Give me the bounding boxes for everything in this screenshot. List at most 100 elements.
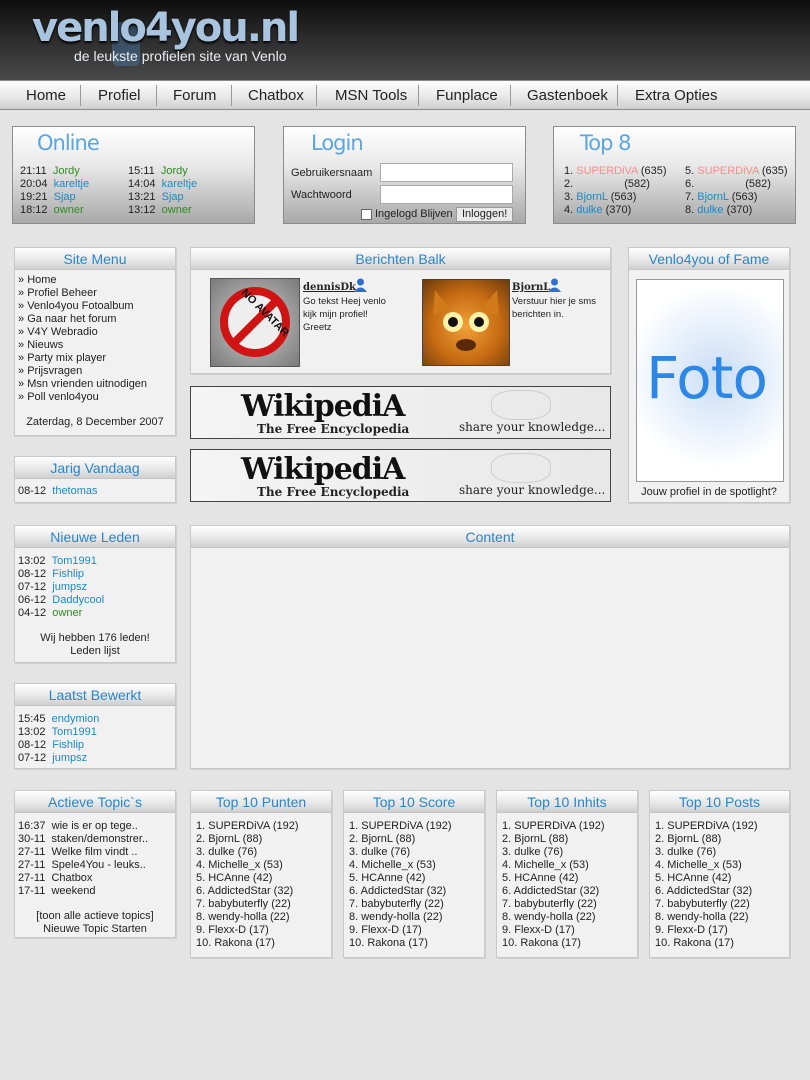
topic-title[interactable]: weekend (51, 885, 95, 897)
top10-entry[interactable]: 6. AddictedStar (32) (502, 885, 632, 898)
top10-entry[interactable]: 5. HCAnne (42) (196, 872, 326, 885)
online-user[interactable]: Jordy (161, 165, 188, 177)
remember-checkbox[interactable] (361, 209, 372, 220)
top8-user[interactable]: BjornL (576, 191, 607, 203)
fame-photo[interactable]: Foto (636, 279, 784, 482)
top10-entry[interactable]: 6. AddictedStar (32) (349, 885, 479, 898)
topic-row[interactable]: 27-11 Spele4You - leuks.. (18, 859, 172, 872)
message-username[interactable]: BjornL (512, 282, 550, 293)
top10-entry[interactable]: 9. Flexx-D (17) (502, 924, 632, 937)
top10-entry[interactable]: 6. AddictedStar (32) (655, 885, 784, 898)
cat-avatar-image[interactable] (422, 279, 510, 366)
nav-chatbox[interactable]: Chatbox (248, 81, 304, 110)
top10-entry[interactable]: 3. dulke (76) (502, 846, 632, 859)
menu-item-msn-uitnodigen[interactable]: » Msn vrienden uitnodigen (18, 378, 172, 391)
user-icon[interactable] (354, 278, 367, 295)
topic-row[interactable]: 16:37 wie is er op tege.. (18, 820, 172, 833)
password-input[interactable] (380, 185, 513, 204)
top10-entry[interactable]: 2. BjornL (88) (655, 833, 784, 846)
wikipedia-banner[interactable]: WikipediA The Free Encyclopedia share yo… (190, 386, 611, 439)
fame-caption[interactable]: Jouw profiel in de spotlight? (629, 486, 789, 498)
top8-user[interactable]: BjornL (697, 191, 728, 203)
online-user[interactable]: Jordy (53, 165, 80, 177)
topic-row[interactable]: 27-11 Welke film vindt .. (18, 846, 172, 859)
top8-user[interactable]: dulke (697, 204, 723, 216)
top8-user[interactable]: SUPERDiVA (576, 165, 638, 177)
top10-entry[interactable]: 3. dulke (76) (349, 846, 479, 859)
no-avatar-image[interactable]: NO AVATAR (210, 278, 300, 367)
top10-entry[interactable]: 10. Rakona (17) (655, 937, 784, 950)
edited-user[interactable]: endymion (52, 713, 100, 725)
menu-item-nieuws[interactable]: » Nieuws (18, 339, 172, 352)
member-name[interactable]: Tom1991 (52, 555, 97, 567)
menu-item-profiel-beheer[interactable]: » Profiel Beheer (18, 287, 172, 300)
member-list-link[interactable]: Leden lijst (18, 645, 172, 658)
top10-entry[interactable]: 5. HCAnne (42) (502, 872, 632, 885)
nav-forum[interactable]: Forum (173, 81, 216, 110)
wikipedia-banner[interactable]: WikipediA The Free Encyclopedia share yo… (190, 449, 611, 502)
top10-entry[interactable]: 3. dulke (76) (655, 846, 784, 859)
online-user[interactable]: Sjap (162, 191, 184, 203)
edited-user[interactable]: Fishlip (52, 739, 84, 751)
nav-msn-tools[interactable]: MSN Tools (335, 81, 407, 110)
menu-item-fotoalbum[interactable]: » Venlo4you Fotoalbum (18, 300, 172, 313)
birthday-user[interactable]: thetomas (52, 485, 97, 497)
top10-entry[interactable]: 9. Flexx-D (17) (655, 924, 784, 937)
edited-user[interactable]: jumpsz (52, 752, 87, 764)
top10-entry[interactable]: 1. SUPERDiVA (192) (196, 820, 326, 833)
top10-entry[interactable]: 4. Michelle_x (53) (349, 859, 479, 872)
topic-title[interactable]: Welke film vindt .. (51, 846, 137, 858)
top10-entry[interactable]: 7. babybuterfly (22) (502, 898, 632, 911)
top10-entry[interactable]: 7. babybuterfly (22) (349, 898, 479, 911)
top10-entry[interactable]: 10. Rakona (17) (502, 937, 632, 950)
member-name[interactable]: jumpsz (52, 581, 87, 593)
top10-entry[interactable]: 8. wendy-holla (22) (196, 911, 326, 924)
nav-profiel[interactable]: Profiel (98, 81, 141, 110)
top10-entry[interactable]: 4. Michelle_x (53) (196, 859, 326, 872)
member-name[interactable]: Fishlip (52, 568, 84, 580)
site-logo[interactable]: venlo4you.nl (32, 6, 300, 50)
top10-entry[interactable]: 9. Flexx-D (17) (349, 924, 479, 937)
message-username[interactable]: dennisDk (303, 282, 356, 293)
nav-funplace[interactable]: Funplace (436, 81, 498, 110)
menu-item-webradio[interactable]: » V4Y Webradio (18, 326, 172, 339)
top10-entry[interactable]: 3. dulke (76) (196, 846, 326, 859)
topic-title[interactable]: wie is er op tege.. (52, 820, 138, 832)
online-user[interactable]: kareltje (54, 178, 89, 190)
top10-entry[interactable]: 10. Rakona (17) (349, 937, 479, 950)
top10-entry[interactable]: 7. babybuterfly (22) (196, 898, 326, 911)
top10-entry[interactable]: 1. SUPERDiVA (192) (502, 820, 632, 833)
member-name[interactable]: Daddycool (52, 594, 104, 606)
top10-entry[interactable]: 8. wendy-holla (22) (349, 911, 479, 924)
all-topics-link[interactable]: [toon alle actieve topics] (18, 910, 172, 923)
topic-title[interactable]: staken/demonstrer.. (51, 833, 148, 845)
top10-entry[interactable]: 8. wendy-holla (22) (502, 911, 632, 924)
top10-entry[interactable]: 4. Michelle_x (53) (655, 859, 784, 872)
top10-entry[interactable]: 7. babybuterfly (22) (655, 898, 784, 911)
online-user[interactable]: kareltje (162, 178, 197, 190)
topic-row[interactable]: 27-11 Chatbox (18, 872, 172, 885)
menu-item-party-mix[interactable]: » Party mix player (18, 352, 172, 365)
topic-title[interactable]: Spele4You - leuks.. (51, 859, 145, 871)
nav-gastenboek[interactable]: Gastenboek (527, 81, 608, 110)
top10-entry[interactable]: 1. SUPERDiVA (192) (655, 820, 784, 833)
top10-entry[interactable]: 5. HCAnne (42) (655, 872, 784, 885)
user-icon[interactable] (548, 278, 561, 295)
menu-item-poll[interactable]: » Poll venlo4you (18, 391, 172, 404)
new-topic-link[interactable]: Nieuwe Topic Starten (18, 923, 172, 936)
top8-user[interactable]: dulke (576, 204, 602, 216)
top10-entry[interactable]: 1. SUPERDiVA (192) (349, 820, 479, 833)
topic-row[interactable]: 30-11 staken/demonstrer.. (18, 833, 172, 846)
online-user[interactable]: owner (162, 204, 192, 216)
login-button[interactable]: Inloggen! (456, 207, 514, 222)
topic-title[interactable]: Chatbox (51, 872, 92, 884)
top10-entry[interactable]: 5. HCAnne (42) (349, 872, 479, 885)
member-name[interactable]: owner (52, 607, 82, 619)
top10-entry[interactable]: 10. Rakona (17) (196, 937, 326, 950)
online-user[interactable]: Sjap (54, 191, 76, 203)
nav-extra-opties[interactable]: Extra Opties (635, 81, 718, 110)
menu-item-forum[interactable]: » Ga naar het forum (18, 313, 172, 326)
menu-item-prijsvragen[interactable]: » Prijsvragen (18, 365, 172, 378)
online-user[interactable]: owner (54, 204, 84, 216)
top8-user[interactable]: SUPERDiVA (697, 165, 759, 177)
